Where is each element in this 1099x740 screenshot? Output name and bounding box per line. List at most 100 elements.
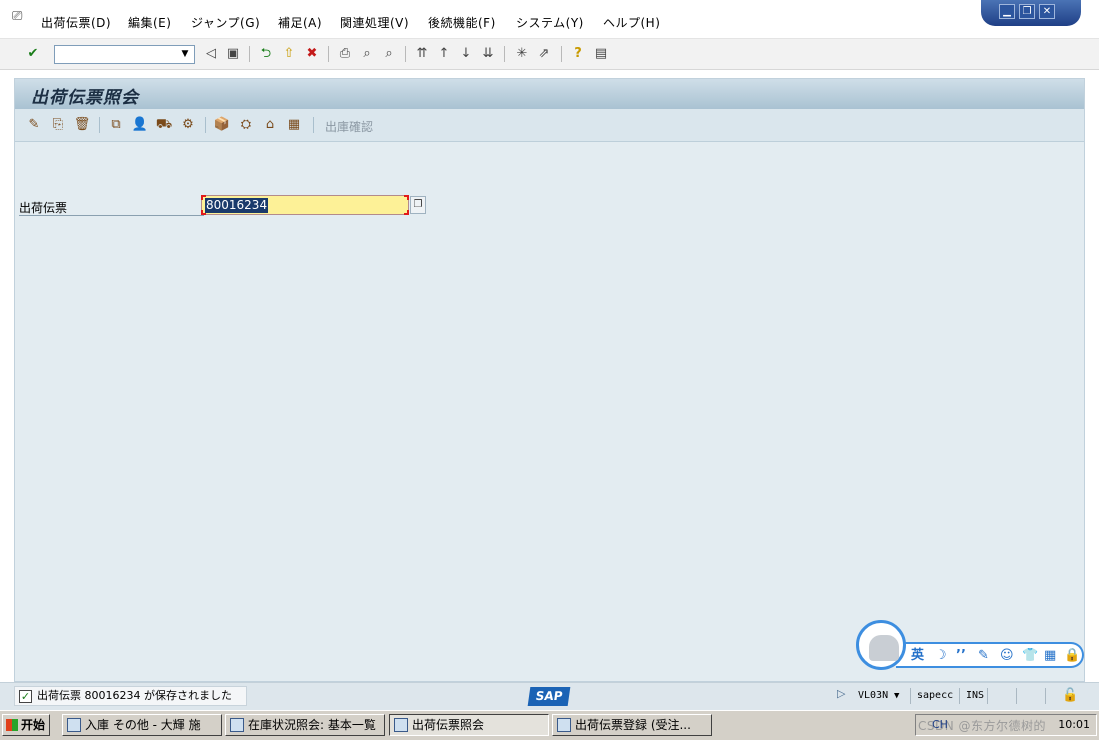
status-bar: ✓ 出荷伝票 80016234 が保存されました SAP ▷ VL03N ▼ s… [0, 682, 1099, 710]
status-divider [987, 688, 988, 704]
warehouse-icon[interactable]: ⌂ [261, 116, 279, 134]
standard-toolbar: ✔ ▼ ◁ ▣ ⮌ ⇧ ✖ ⎙ ⌕ ⌕ ⇈ ↑ ↓ ⇊ ✳ ⇗ ? ▤ [0, 38, 1099, 70]
punctuation-icon[interactable]: ’’ [956, 648, 966, 664]
ime-avatar[interactable] [856, 620, 906, 670]
moon-icon[interactable]: ☽ [935, 648, 947, 664]
status-divider [1045, 688, 1046, 704]
back-icon[interactable]: ⮌ [257, 45, 275, 63]
find-next-icon[interactable]: ⌕ [380, 45, 398, 63]
lock-icon: 🔓 [1062, 688, 1079, 703]
last-page-icon[interactable]: ⇊ [479, 45, 497, 63]
menu-bar: ⎚ 出荷伝票(D) 編集(E) ジャンプ(G) 補足(A) 関連処理(V) 後続… [0, 0, 1099, 38]
shipping-icon[interactable]: ⛟ [155, 116, 173, 134]
menu-help[interactable]: ヘルプ(H) [603, 14, 660, 31]
taskbar-item[interactable]: 出荷伝票登録 (受注... [552, 714, 712, 736]
toolbar-separator [99, 117, 100, 133]
success-check-icon: ✓ [19, 690, 32, 703]
delivery-field-label: 出荷伝票 [19, 199, 204, 216]
picking-icon[interactable]: ⛭ [237, 116, 255, 134]
create-shortcut-icon[interactable]: ⇗ [535, 45, 553, 63]
command-field[interactable]: ▼ [54, 45, 195, 64]
start-label: 开始 [21, 718, 46, 732]
toolbar-separator [205, 117, 206, 133]
focus-corner [404, 210, 409, 215]
taskbar-item-label: 出荷伝票照会 [412, 718, 485, 732]
restore-icon[interactable]: ❐ [1019, 4, 1035, 19]
find-icon[interactable]: ⌕ [358, 45, 376, 63]
value-help-icon[interactable]: ❐ [410, 196, 426, 214]
status-message[interactable]: ✓ 出荷伝票 80016234 が保存されました [14, 686, 247, 706]
menu-system[interactable]: システム(Y) [516, 14, 584, 31]
lock-icon[interactable]: 🔒 [1064, 648, 1080, 664]
first-page-icon[interactable]: ⇈ [413, 45, 431, 63]
minimize-icon[interactable]: ▁ [999, 4, 1015, 19]
taskbar-item[interactable]: 入庫 その他 - 大輝 施 [62, 714, 222, 736]
windows-logo-icon [6, 719, 18, 731]
language-badge[interactable]: CH [932, 718, 948, 731]
status-divider [1016, 688, 1017, 704]
status-message-text: 出荷伝票 80016234 が保存されました [37, 689, 232, 702]
status-divider [959, 688, 960, 704]
settings-icon[interactable]: ⚙ [179, 116, 197, 134]
menu-environment[interactable]: 関連処理(V) [340, 14, 409, 31]
triangle-left-icon[interactable]: ◁ [202, 45, 220, 63]
focus-corner [201, 210, 206, 215]
emoji-icon[interactable]: ☺ [1000, 648, 1014, 664]
grid-icon[interactable]: ▦ [285, 116, 303, 134]
menu-subsequent-functions[interactable]: 後続機能(F) [428, 14, 496, 31]
document-flow-icon[interactable]: ⧉ [107, 116, 125, 134]
sap-window-icon [394, 718, 408, 732]
partner-icon[interactable]: 👤 [131, 116, 149, 134]
sap-window-icon [67, 718, 81, 732]
package-icon[interactable]: 📦 [213, 116, 231, 134]
ime-mascot-icon [869, 635, 899, 661]
sap-logo: SAP [527, 687, 571, 706]
menu-extras[interactable]: 補足(A) [278, 14, 322, 31]
ime-language-toggle[interactable]: 英 [911, 648, 924, 664]
delivery-number-value: 80016234 [205, 198, 269, 213]
help-icon[interactable]: ? [569, 45, 587, 63]
menu-edit[interactable]: 編集(E) [128, 14, 171, 31]
copy-icon[interactable]: ⎘ [49, 116, 67, 134]
chevron-down-icon[interactable]: ▼ [894, 687, 899, 705]
new-session-icon[interactable]: ✳ [513, 45, 531, 63]
save-icon[interactable]: ▣ [224, 45, 242, 63]
enter-check-icon[interactable]: ✔ [24, 45, 42, 63]
apps-grid-icon[interactable]: ▦ [1044, 648, 1056, 664]
close-icon[interactable]: ✕ [1039, 4, 1055, 19]
toolbar-separator [313, 117, 314, 133]
taskbar-item-label: 出荷伝票登録 (受注... [575, 718, 691, 732]
print-icon[interactable]: ⎙ [336, 45, 354, 63]
chevron-down-icon[interactable]: ▼ [178, 47, 192, 62]
previous-page-icon[interactable]: ↑ [435, 45, 453, 63]
taskbar-item[interactable]: 在庫状況照会: 基本一覧 [225, 714, 385, 736]
cancel-icon[interactable]: ✖ [303, 45, 321, 63]
next-page-icon[interactable]: ↓ [457, 45, 475, 63]
delete-icon[interactable]: 🗑 [73, 116, 91, 134]
toolbar-separator [249, 46, 250, 62]
toolbar-separator [504, 46, 505, 62]
sap-window-icon [230, 718, 244, 732]
status-divider [910, 688, 911, 704]
change-icon[interactable]: ✎ [25, 116, 43, 134]
delivery-number-input[interactable]: 80016234 [201, 195, 409, 215]
window-controls: ▁ ❐ ✕ [981, 0, 1081, 26]
focus-corner [404, 195, 409, 200]
layout-menu-icon[interactable]: ▤ [592, 45, 610, 63]
transaction-code: VL03N [858, 690, 889, 701]
server-name: sapecc [917, 690, 954, 701]
main-panel: 出荷伝票照会 ✎ ⎘ 🗑 ⧉ 👤 ⛟ ⚙ 📦 ⛭ ⌂ ▦ 出庫確認 出荷伝票 8… [14, 78, 1085, 682]
taskbar-item-label: 在庫状況照会: 基本一覧 [248, 718, 376, 732]
window-menu-icon[interactable]: ⎚ [12, 10, 28, 24]
toolbar-separator [561, 46, 562, 62]
wrench-icon[interactable]: ✎ [978, 648, 989, 664]
exit-icon[interactable]: ⇧ [280, 45, 298, 63]
focus-corner [201, 195, 206, 200]
clock: 10:01 [1058, 718, 1090, 731]
menu-delivery[interactable]: 出荷伝票(D) [41, 14, 111, 31]
menu-goto[interactable]: ジャンプ(G) [191, 14, 260, 31]
start-button[interactable]: 开始 [2, 714, 50, 736]
skin-icon[interactable]: 👕 [1022, 648, 1038, 664]
taskbar-item-active[interactable]: 出荷伝票照会 [389, 714, 549, 736]
status-toggle-icon[interactable]: ▷ [837, 687, 845, 700]
